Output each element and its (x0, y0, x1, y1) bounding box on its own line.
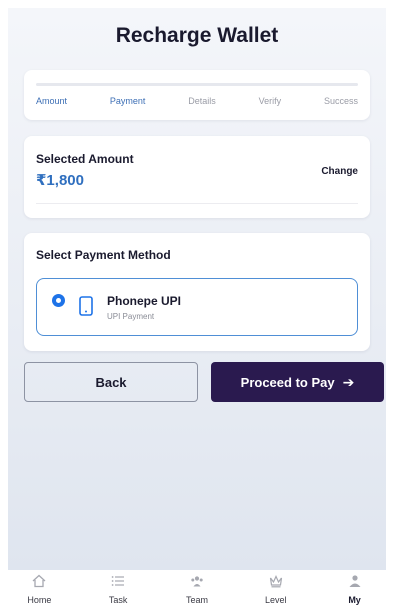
nav-label-my: My (348, 595, 361, 605)
arrow-right-icon: ➔ (342, 373, 355, 390)
step-labels: Amount Payment Details Verify Success (36, 96, 358, 106)
task-icon (111, 576, 125, 586)
step-payment: Payment (109, 96, 146, 106)
main-content: Recharge Wallet Amount Payment Details V… (8, 8, 386, 570)
bottom-navigation: Home Task Team Level My (0, 570, 394, 615)
home-icon (32, 574, 46, 588)
proceed-button-label: Proceed to Pay (240, 374, 335, 390)
step-details: Details (188, 96, 216, 106)
team-icon (191, 576, 203, 587)
crown-icon (269, 575, 282, 588)
nav-item-level[interactable]: Level (246, 570, 306, 608)
selected-amount-label: Selected Amount (36, 152, 134, 166)
selected-amount-value: ₹1,800 (36, 172, 84, 189)
selected-amount-card: Selected Amount ₹1,800 Change (24, 136, 370, 218)
page-title: Recharge Wallet (115, 24, 279, 47)
step-verify: Verify (258, 96, 282, 106)
progress-stepper: Amount Payment Details Verify Success (24, 70, 370, 120)
back-button[interactable]: Back (24, 362, 198, 402)
phone-icon (79, 296, 93, 316)
payment-method-card: Select Payment Method Phonepe UPI UPI Pa… (24, 233, 370, 351)
nav-label-level: Level (265, 595, 287, 605)
proceed-to-pay-button[interactable]: Proceed to Pay ➔ (211, 362, 384, 402)
change-amount-button[interactable]: Change (321, 166, 358, 177)
nav-item-home[interactable]: Home (9, 570, 69, 608)
divider (36, 203, 358, 204)
payment-option-phonepe[interactable]: Phonepe UPI UPI Payment (36, 278, 358, 336)
payment-option-subtitle: UPI Payment (107, 312, 155, 321)
progress-track (36, 83, 358, 86)
nav-item-task[interactable]: Task (88, 570, 148, 608)
user-icon (349, 575, 361, 587)
payment-method-title: Select Payment Method (36, 248, 171, 262)
payment-option-name: Phonepe UPI (107, 294, 182, 308)
step-amount: Amount (36, 96, 68, 106)
nav-label-team: Team (185, 595, 208, 605)
radio-selected-icon[interactable] (52, 294, 65, 307)
step-success: Success (323, 96, 358, 106)
app-screen: Recharge Wallet Amount Payment Details V… (0, 0, 394, 615)
back-button-label: Back (95, 374, 127, 390)
nav-label-home: Home (27, 595, 52, 605)
nav-label-task: Task (108, 595, 128, 605)
nav-item-team[interactable]: Team (167, 570, 227, 608)
nav-item-my[interactable]: My (325, 570, 385, 608)
